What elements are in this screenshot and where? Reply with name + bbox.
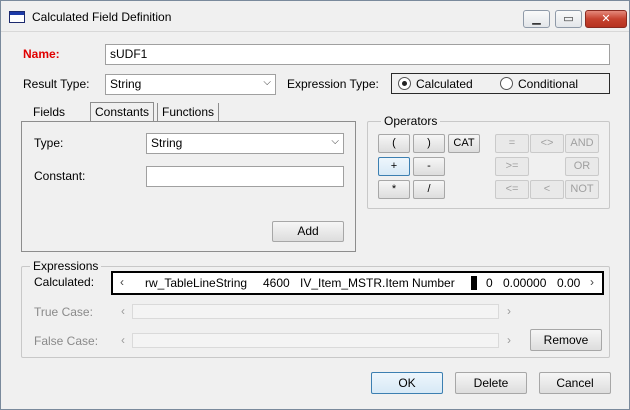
operator-gte-button[interactable]: >= xyxy=(495,157,529,176)
expression-part-number: 4600 xyxy=(263,276,290,290)
window-title: Calculated Field Definition xyxy=(32,10,172,24)
scroll-right-icon[interactable]: › xyxy=(585,274,599,291)
minimize-button[interactable]: ▁ xyxy=(523,10,550,28)
operator-not-button[interactable]: NOT xyxy=(565,180,599,199)
calculated-field-definition-window: Calculated Field Definition ▁ ▭ ✕ Name: … xyxy=(0,0,630,410)
result-type-select[interactable]: String ⌵ xyxy=(105,74,276,95)
operator-plus-button[interactable]: + xyxy=(378,157,410,176)
expression-part-decimal: 0.00000 xyxy=(503,276,547,290)
operator-multiply-button[interactable]: * xyxy=(378,180,410,199)
chevron-down-icon: ⌵ xyxy=(331,136,339,147)
constant-label: Constant: xyxy=(34,169,86,183)
operator-or-button[interactable]: OR xyxy=(565,157,599,176)
scroll-left-icon[interactable]: ‹ xyxy=(116,303,130,320)
radio-conditional[interactable] xyxy=(500,77,513,90)
title-bar: Calculated Field Definition ▁ ▭ ✕ xyxy=(1,1,629,32)
calculated-expression-box[interactable]: ‹ rw_TableLineString 4600 IV_Item_MSTR.I… xyxy=(111,271,604,295)
operator-open-paren-button[interactable]: ( xyxy=(378,134,410,153)
window-icon xyxy=(9,11,25,23)
add-button[interactable]: Add xyxy=(272,221,344,242)
scroll-left-icon[interactable]: ‹ xyxy=(115,274,129,291)
expression-part-zero: 0 xyxy=(486,276,493,290)
tab-fields[interactable]: Fields xyxy=(29,103,70,123)
cancel-button[interactable]: Cancel xyxy=(539,372,611,394)
minimize-icon: ▁ xyxy=(532,13,541,25)
tab-functions[interactable]: Functions xyxy=(157,103,220,123)
true-case-track xyxy=(132,304,499,319)
scroll-left-icon[interactable]: ‹ xyxy=(116,332,130,349)
false-case-label: False Case: xyxy=(34,334,99,348)
expression-type-label: Expression Type: xyxy=(287,77,379,91)
radio-conditional-label: Conditional xyxy=(518,77,579,91)
expression-part-field: IV_Item_MSTR.Item Number xyxy=(300,276,455,290)
operator-minus-button[interactable]: - xyxy=(413,157,445,176)
operator-lt-button[interactable]: < xyxy=(530,180,564,199)
maximize-icon: ▭ xyxy=(563,13,574,25)
true-case-scrollbar[interactable]: ‹ › xyxy=(114,303,517,322)
name-field[interactable]: sUDF1 xyxy=(105,44,610,65)
false-case-scrollbar[interactable]: ‹ › xyxy=(114,332,517,351)
constant-type-value: String xyxy=(151,136,183,150)
operator-and-button[interactable]: AND xyxy=(565,134,599,153)
close-icon: ✕ xyxy=(601,13,611,25)
maximize-button[interactable]: ▭ xyxy=(555,10,582,28)
close-button[interactable]: ✕ xyxy=(585,10,627,28)
expression-part-amount: 0.00 xyxy=(557,276,581,290)
true-case-label: True Case: xyxy=(34,305,93,319)
operators-title: Operators xyxy=(381,114,441,128)
result-type-label: Result Type: xyxy=(23,77,90,91)
operator-equals-button[interactable]: = xyxy=(495,134,529,153)
scroll-right-icon[interactable]: › xyxy=(502,332,516,349)
false-case-track xyxy=(132,333,499,348)
operator-close-paren-button[interactable]: ) xyxy=(413,134,445,153)
constant-input[interactable] xyxy=(146,166,344,187)
ok-button[interactable]: OK xyxy=(371,372,443,394)
operator-cat-button[interactable]: CAT xyxy=(448,134,480,153)
result-type-value: String xyxy=(110,77,142,91)
expression-part-string-func: rw_TableLineString xyxy=(145,276,248,290)
expression-type-radio-group: Calculated Conditional xyxy=(391,73,610,94)
calculated-label: Calculated: xyxy=(34,275,95,289)
radio-calculated[interactable] xyxy=(398,77,411,90)
expressions-title: Expressions xyxy=(30,259,102,273)
radio-calculated-label: Calculated xyxy=(416,77,473,91)
constant-type-select[interactable]: String ⌵ xyxy=(146,133,344,154)
chevron-down-icon: ⌵ xyxy=(263,77,271,88)
expression-cursor xyxy=(471,276,477,290)
scroll-right-icon[interactable]: › xyxy=(502,303,516,320)
constants-tab-panel: Type: String ⌵ Constant: Add xyxy=(21,121,356,252)
operator-divide-button[interactable]: / xyxy=(413,180,445,199)
tab-constants[interactable]: Constants xyxy=(90,102,155,122)
type-label: Type: xyxy=(34,136,64,150)
name-label: Name: xyxy=(23,47,60,61)
operator-lte-button[interactable]: <= xyxy=(495,180,529,199)
remove-button[interactable]: Remove xyxy=(530,329,602,351)
delete-button[interactable]: Delete xyxy=(455,372,527,394)
operator-not-equal-button[interactable]: <> xyxy=(530,134,564,153)
